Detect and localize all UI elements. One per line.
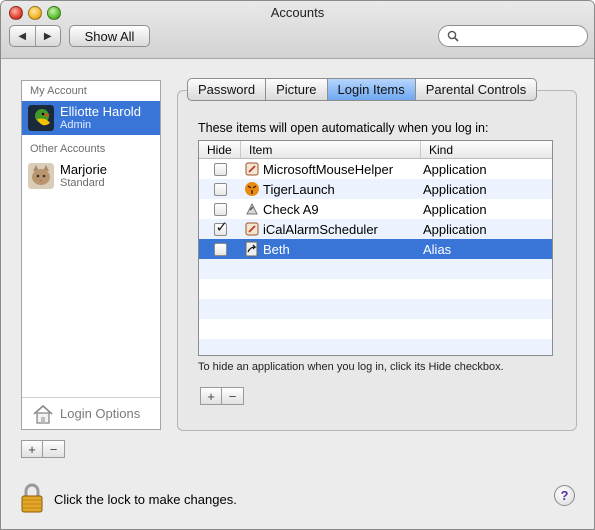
alias-icon <box>245 241 258 257</box>
empty-row <box>199 319 552 339</box>
search-input[interactable] <box>463 29 583 43</box>
tiger-icon <box>245 182 259 196</box>
account-add-remove: + − <box>21 440 65 458</box>
column-header-kind[interactable]: Kind <box>421 141 552 158</box>
column-header-item[interactable]: Item <box>241 141 421 158</box>
table-row[interactable]: Beth Alias <box>199 239 552 259</box>
empty-row <box>199 279 552 299</box>
hide-checkbox[interactable] <box>213 202 227 216</box>
item-kind: Application <box>423 161 487 177</box>
account-item-marjorie[interactable]: Marjorie Standard <box>22 159 160 193</box>
hide-checkbox[interactable] <box>213 182 227 196</box>
item-kind: Application <box>423 221 487 237</box>
search-icon <box>447 30 459 42</box>
column-header-hide[interactable]: Hide <box>199 141 241 158</box>
item-kind: Alias <box>423 241 452 257</box>
table-row[interactable]: MicrosoftMouseHelper Application <box>199 159 552 179</box>
toolbar: Accounts ◀ ▶ Show All <box>1 1 594 59</box>
lock-icon[interactable] <box>20 482 44 514</box>
account-name: Marjorie <box>60 161 107 177</box>
back-forward-control: ◀ ▶ <box>9 25 61 47</box>
login-item-add-remove: + − <box>200 387 244 405</box>
table-body: MicrosoftMouseHelper Application TigerLa… <box>199 159 552 355</box>
hide-checkbox[interactable] <box>213 218 228 236</box>
window-title: Accounts <box>270 5 325 20</box>
item-name: Beth <box>263 241 290 257</box>
item-kind: Application <box>423 181 487 197</box>
item-name: MicrosoftMouseHelper <box>263 161 394 177</box>
login-items-table: Hide Item Kind MicrosoftMouseHelper Appl… <box>198 140 553 356</box>
tab-parental-controls[interactable]: Parental Controls <box>415 78 538 101</box>
show-all-button[interactable]: Show All <box>69 25 150 47</box>
tab-bar: Password Picture Login Items Parental Co… <box>187 78 538 101</box>
item-kind: Application <box>423 201 487 217</box>
app-icon <box>245 162 259 176</box>
remove-login-item-button[interactable]: − <box>222 387 244 405</box>
tab-login-items[interactable]: Login Items <box>327 78 416 101</box>
item-name: TigerLaunch <box>263 181 335 197</box>
tab-picture[interactable]: Picture <box>266 78 328 101</box>
empty-row <box>199 259 552 279</box>
accounts-window: Accounts ◀ ▶ Show All My Account Elliott… <box>0 0 595 530</box>
hide-checkbox[interactable] <box>213 162 227 176</box>
add-account-button[interactable]: + <box>21 440 43 458</box>
search-field[interactable] <box>438 25 588 47</box>
empty-row <box>199 339 552 355</box>
parrot-avatar-icon <box>28 105 54 131</box>
item-name: iCalAlarmScheduler <box>263 221 378 237</box>
forward-arrow-icon[interactable]: ▶ <box>36 26 61 46</box>
login-items-description: These items will open automatically when… <box>198 121 489 135</box>
my-account-header: My Account <box>30 85 87 97</box>
table-header: Hide Item Kind <box>199 141 552 159</box>
table-row[interactable]: iCalAlarmScheduler Application <box>199 218 552 239</box>
app-icon <box>245 222 259 236</box>
lock-message: Click the lock to make changes. <box>54 492 237 507</box>
hide-hint-text: To hide an application when you log in, … <box>198 361 504 373</box>
login-options-label: Login Options <box>60 406 141 421</box>
app-icon <box>246 202 258 215</box>
tab-password[interactable]: Password <box>187 78 267 101</box>
table-row[interactable]: Check A9 Application <box>199 199 552 219</box>
add-login-item-button[interactable]: + <box>200 387 222 405</box>
account-role: Admin <box>60 118 92 131</box>
account-item-elliotte[interactable]: Elliotte Harold Admin <box>22 101 160 135</box>
remove-account-button[interactable]: − <box>43 440 65 458</box>
item-name: Check A9 <box>263 201 319 217</box>
other-accounts-header: Other Accounts <box>30 143 106 155</box>
account-role: Standard <box>60 176 105 189</box>
empty-row <box>199 299 552 319</box>
table-row[interactable]: TigerLaunch Application <box>199 179 552 199</box>
back-arrow-icon[interactable]: ◀ <box>10 26 36 46</box>
help-button[interactable]: ? <box>554 485 575 506</box>
hide-checkbox[interactable] <box>213 242 227 256</box>
cat-avatar-icon <box>28 163 54 189</box>
account-name: Elliotte Harold <box>60 103 141 119</box>
accounts-list: My Account Elliotte Harold Admin Other A… <box>21 80 161 430</box>
house-icon <box>33 404 53 424</box>
login-options-item[interactable]: Login Options <box>22 397 160 429</box>
